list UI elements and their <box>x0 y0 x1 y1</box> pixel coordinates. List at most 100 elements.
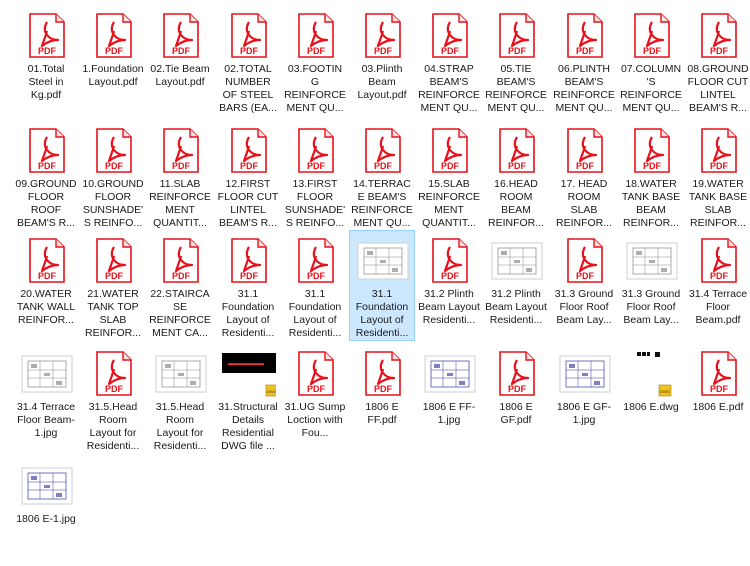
file-item[interactable]: PDF 05.TIE BEAM'S REINFORCEMENT QU... <box>483 5 549 116</box>
file-item[interactable]: PDF 03.FOOTING REINFORCEMENT QU... <box>282 5 348 116</box>
file-item[interactable]: PDF 04.STRAP BEAM'S REINFORCEMENT QU... <box>416 5 482 116</box>
svg-text:PDF: PDF <box>105 384 124 394</box>
file-item[interactable]: PDF 16.HEAD ROOM BEAM REINFOR... <box>483 120 549 231</box>
pdf-file-icon: PDF <box>222 238 276 284</box>
file-item[interactable]: PDF 20.WATER TANK WALL REINFOR... <box>13 230 79 341</box>
svg-text:PDF: PDF <box>105 271 124 281</box>
svg-text:PDF: PDF <box>576 271 595 281</box>
file-name-label: 01.Total Steel in Kg.pdf <box>27 63 65 101</box>
file-name-label: 1806 E.pdf <box>692 401 744 413</box>
pdf-file-icon: PDF <box>692 238 746 284</box>
file-item[interactable]: PDF 1806 E GF.pdf <box>483 343 549 454</box>
file-name-label: 31.1 Foundation Layout of Residenti... <box>221 288 275 339</box>
file-name-label: 09.GROUND FLOOR ROOF BEAM'S R... <box>15 178 77 229</box>
file-item[interactable]: PDF 31.3 Ground Floor Roof Beam Lay... <box>551 230 617 341</box>
file-item[interactable]: 31.4 Terrace Floor Beam-1.jpg <box>13 343 79 454</box>
file-name-label: 19.WATER TANK BASE SLAB REINFOR... <box>688 178 748 229</box>
svg-text:PDF: PDF <box>307 46 326 56</box>
svg-text:PDF: PDF <box>643 161 662 171</box>
file-name-label: 1806 E-1.jpg <box>16 513 76 525</box>
file-name-label: 12.FIRST FLOOR CUT LINTEL BEAM'S R... <box>217 178 279 229</box>
file-name-label: 08.GROUND FLOOR CUT LINTEL BEAM'S R... <box>687 63 749 114</box>
pdf-file-icon: PDF <box>558 238 612 284</box>
file-name-label: 1806 E FF-1.jpg <box>422 401 476 426</box>
pdf-file-icon: PDF <box>289 13 343 59</box>
image-thumbnail-icon <box>20 351 74 397</box>
file-item[interactable]: PDF 18.WATER TANK BASE BEAM REINFOR... <box>618 120 684 231</box>
file-item[interactable]: PDF 08.GROUND FLOOR CUT LINTEL BEAM'S R.… <box>685 5 750 116</box>
file-name-label: 31.4 Terrace Floor Beam.pdf <box>688 288 748 326</box>
file-item[interactable]: PDF 14.TERRACE BEAM'S REINFORCEMENT QU..… <box>349 120 415 231</box>
file-name-label: 31.4 Terrace Floor Beam-1.jpg <box>16 401 76 439</box>
svg-text:PDF: PDF <box>710 271 729 281</box>
file-item[interactable]: PDF 02.Tie Beam Layout.pdf <box>147 5 213 116</box>
file-name-label: 31.Structural Details Residential DWG fi… <box>218 401 278 452</box>
svg-text:PDF: PDF <box>307 161 326 171</box>
file-item[interactable]: 1806 E FF-1.jpg <box>416 343 482 454</box>
svg-text:PDF: PDF <box>441 161 460 171</box>
pdf-file-icon: PDF <box>692 13 746 59</box>
file-item[interactable]: PDF 06.PLINTH BEAM'S REINFORCEMENT QU... <box>551 5 617 116</box>
file-item[interactable]: PDF 31.1 Foundation Layout of Residenti.… <box>282 230 348 341</box>
file-name-label: 1806 E GF-1.jpg <box>556 401 612 426</box>
file-item[interactable]: PDF 17. HEAD ROOM SLAB REINFOR... <box>551 120 617 231</box>
svg-text:PDF: PDF <box>105 46 124 56</box>
file-name-label: 10.GROUND FLOOR SUNSHADE'S REINFO... <box>82 178 144 229</box>
file-item[interactable]: PDF 1806 E FF.pdf <box>349 343 415 454</box>
file-item[interactable]: PDF 31.UG Sump Loction with Fou... <box>282 343 348 454</box>
pdf-file-icon: PDF <box>423 128 477 174</box>
pdf-file-icon: PDF <box>20 128 74 174</box>
file-item[interactable]: PDF 15.SLAB REINFORCEMENT QUANTIT... <box>416 120 482 231</box>
file-item[interactable]: PDF 11.SLAB REINFORCEMENT QUANTIT... <box>147 120 213 231</box>
file-name-label: 1.Foundation Layout.pdf <box>82 63 144 88</box>
file-item[interactable]: ▬▬▬▬▬▬ DWG 31.Structural Details Residen… <box>215 343 281 454</box>
file-name-label: 31.1 Foundation Layout of Residenti... <box>288 288 342 339</box>
file-item[interactable]: PDF 19.WATER TANK BASE SLAB REINFOR... <box>685 120 750 231</box>
file-item[interactable]: PDF 09.GROUND FLOOR ROOF BEAM'S R... <box>13 120 79 231</box>
file-item[interactable]: PDF 01.Total Steel in Kg.pdf <box>13 5 79 116</box>
file-item[interactable]: PDF 31.5.Head Room Layout for Residenti.… <box>80 343 146 454</box>
file-item[interactable]: PDF 1.Foundation Layout.pdf <box>80 5 146 116</box>
file-name-label: 31.3 Ground Floor Roof Beam Lay... <box>621 288 681 326</box>
pdf-file-icon: PDF <box>356 13 410 59</box>
pdf-file-icon: PDF <box>289 128 343 174</box>
file-item[interactable]: PDF 07.COLUMN'S REINFORCEMENT QU... <box>618 5 684 116</box>
file-name-label: 31.2 Plinth Beam Layout Residenti... <box>418 288 480 326</box>
pdf-file-icon: PDF <box>154 238 208 284</box>
file-item[interactable]: PDF 13.FIRST FLOOR SUNSHADE'S REINFO... <box>282 120 348 231</box>
file-item[interactable]: PDF 31.2 Plinth Beam Layout Residenti... <box>416 230 482 341</box>
file-item[interactable]: 31.5.Head Room Layout for Residenti... <box>147 343 213 454</box>
file-item[interactable]: PDF 31.4 Terrace Floor Beam.pdf <box>685 230 750 341</box>
file-item[interactable]: 31.1 Foundation Layout of Residenti... <box>349 230 415 341</box>
pdf-file-icon: PDF <box>692 351 746 397</box>
svg-text:PDF: PDF <box>710 161 729 171</box>
file-name-label: 14.TERRACE BEAM'S REINFORCEMENT QU... <box>351 178 413 229</box>
file-item[interactable]: PDF 22.STAIRCASE REINFORCEMENT CA... <box>147 230 213 341</box>
file-item[interactable]: PDF 02.TOTAL NUMBER OF STEEL BARS (EA... <box>215 5 281 116</box>
file-item[interactable]: 1806 E-1.jpg <box>13 455 79 566</box>
file-item[interactable]: PDF 21.WATER TANK TOP SLAB REINFOR... <box>80 230 146 341</box>
file-item[interactable]: DWG 1806 E.dwg <box>618 343 684 454</box>
image-thumbnail-icon <box>625 238 679 284</box>
dwg-file-icon: ▬▬▬▬▬▬ DWG <box>222 351 276 397</box>
file-item[interactable]: 31.3 Ground Floor Roof Beam Lay... <box>618 230 684 341</box>
file-item[interactable]: 31.2 Plinth Beam Layout Residenti... <box>483 230 549 341</box>
image-thumbnail-icon <box>356 238 410 284</box>
svg-text:PDF: PDF <box>710 384 729 394</box>
file-name-label: 1806 E.dwg <box>623 401 679 413</box>
pdf-file-icon: PDF <box>625 128 679 174</box>
file-name-label: 18.WATER TANK BASE BEAM REINFOR... <box>621 178 681 229</box>
file-item[interactable]: PDF 31.1 Foundation Layout of Residenti.… <box>215 230 281 341</box>
pdf-file-icon: PDF <box>490 128 544 174</box>
file-item[interactable]: 1806 E GF-1.jpg <box>551 343 617 454</box>
pdf-file-icon: PDF <box>154 128 208 174</box>
svg-text:PDF: PDF <box>374 161 393 171</box>
file-item[interactable]: PDF 03.Plinth Beam Layout.pdf <box>349 5 415 116</box>
file-item[interactable]: PDF 10.GROUND FLOOR SUNSHADE'S REINFO... <box>80 120 146 231</box>
file-name-label: 17. HEAD ROOM SLAB REINFOR... <box>555 178 612 229</box>
svg-text:PDF: PDF <box>172 271 191 281</box>
file-item[interactable]: PDF 12.FIRST FLOOR CUT LINTEL BEAM'S R..… <box>215 120 281 231</box>
pdf-file-icon: PDF <box>558 13 612 59</box>
file-name-label: 07.COLUMN'S REINFORCEMENT QU... <box>620 63 682 114</box>
file-item[interactable]: PDF 1806 E.pdf <box>685 343 750 454</box>
